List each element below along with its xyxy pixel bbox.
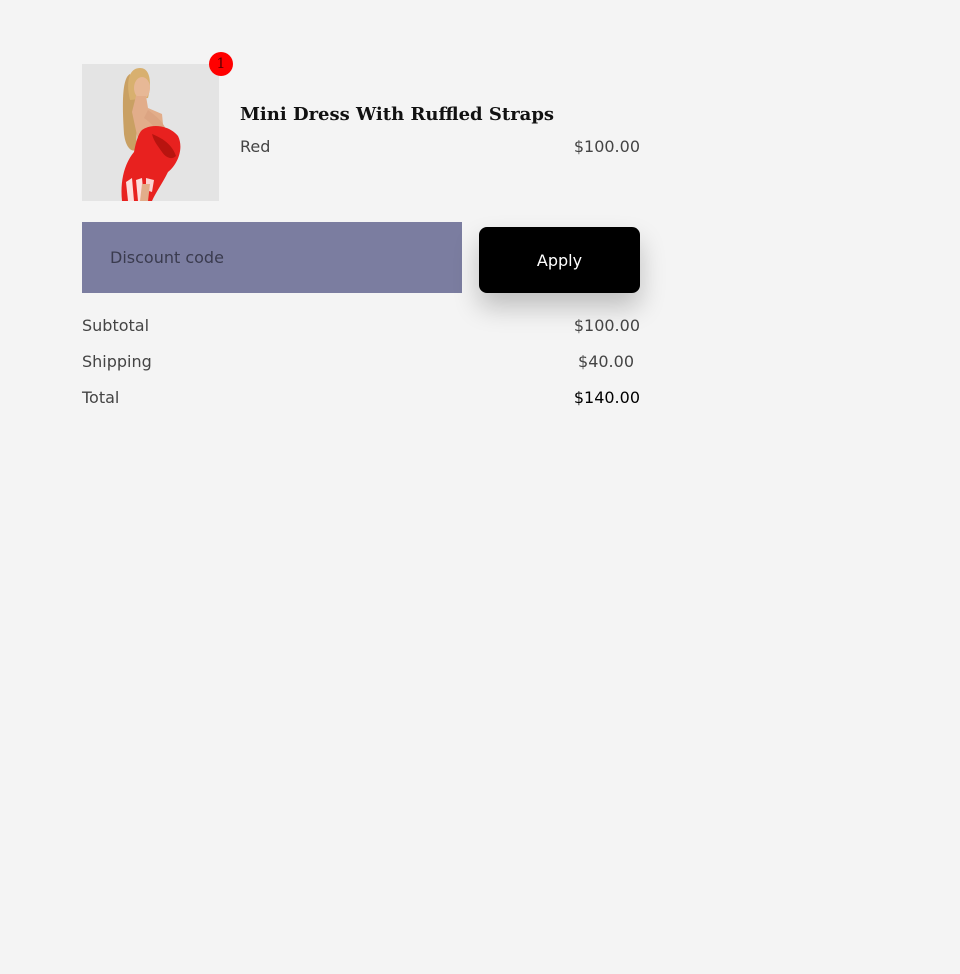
product-name: Mini Dress With Ruffled Straps	[240, 104, 555, 125]
subtotal-value: $100.00	[573, 316, 640, 335]
quantity-badge: 1	[209, 52, 233, 76]
product-photo-icon	[82, 64, 219, 201]
product-price: $100.00	[573, 137, 640, 156]
product-variant: Red	[240, 137, 271, 156]
shipping-row: Shipping $40.00	[82, 352, 640, 376]
apply-discount-button[interactable]: Apply	[479, 227, 640, 293]
total-label: Total	[82, 388, 120, 407]
product-image[interactable]	[82, 64, 219, 201]
discount-code-input[interactable]	[82, 222, 462, 293]
total-row: Total $140.00	[82, 388, 640, 412]
shipping-value: $40.00	[578, 352, 634, 371]
total-value: $140.00	[573, 388, 640, 407]
cart-item: 1 Mini Dress With Ruffled Straps Red $10…	[82, 52, 640, 201]
shipping-label: Shipping	[82, 352, 152, 371]
subtotal-label: Subtotal	[82, 316, 150, 335]
subtotal-row: Subtotal $100.00	[82, 316, 640, 340]
